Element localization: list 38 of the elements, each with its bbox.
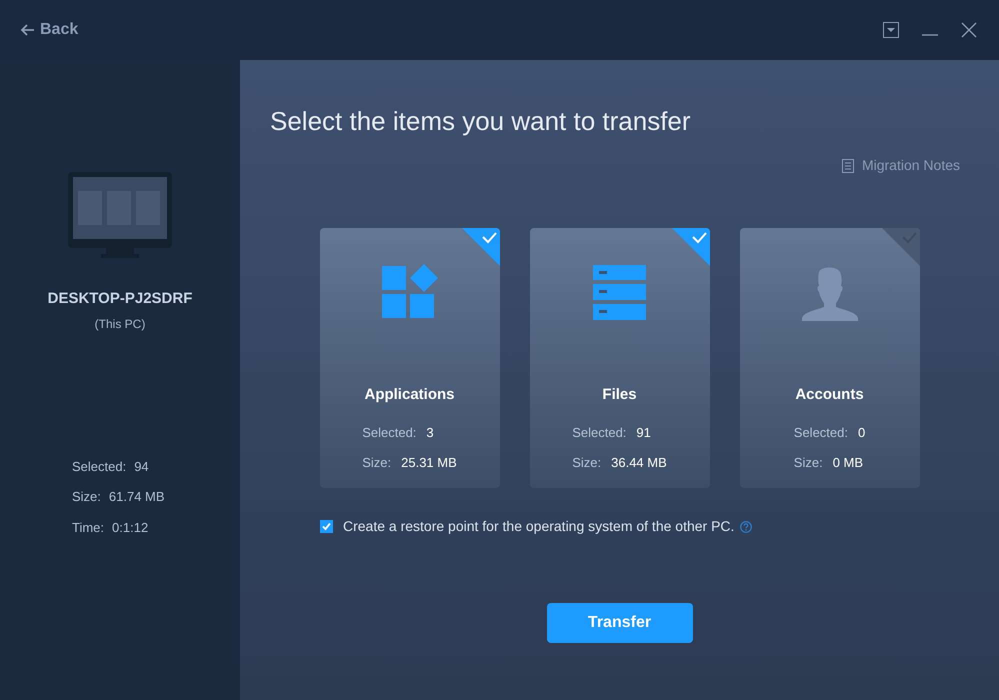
stat-value: 0 [858, 424, 866, 442]
stat-label: Size: [72, 488, 101, 506]
close-icon[interactable] [961, 22, 977, 38]
stat-value: 91 [636, 424, 651, 442]
dropdown-icon[interactable] [883, 22, 899, 38]
stat-label: Selected: [72, 458, 126, 476]
category-name: Applications [364, 385, 454, 405]
stat-value: 0 MB [832, 454, 864, 472]
monitor-icon [68, 172, 172, 258]
category-card[interactable]: Applications Selected: 3 Size: 25.31 MB [320, 228, 500, 488]
category-name: Accounts [795, 385, 864, 405]
category-card[interactable]: Files Selected: 91 Size: 36.44 MB [530, 228, 710, 488]
category-card[interactable]: Accounts Selected: 0 Size: 0 MB [740, 228, 920, 488]
stat-label: Size: [572, 454, 602, 472]
stat-value: 94 [134, 458, 149, 476]
stat-value: 0:1:12 [112, 518, 148, 536]
stat-label: Selected: [572, 424, 626, 442]
help-icon[interactable] [740, 520, 752, 532]
checkbox-label: Create a restore point for the operating system of the other PC. [343, 517, 734, 536]
stat-value: 36.44 MB [611, 454, 667, 472]
category-name: Files [602, 385, 637, 405]
pc-note: (This PC) [94, 316, 146, 332]
page-heading: Select the items you want to transfer [270, 105, 692, 138]
stat-label: Time: [72, 518, 104, 536]
back-arrow-icon [20, 22, 36, 38]
stat-label: Size: [362, 454, 392, 472]
file-stack-icon [593, 264, 646, 320]
pc-name: DESKTOP-PJ2SDRF [48, 289, 192, 309]
back-button[interactable]: Back [20, 18, 78, 42]
stat-value: 61.74 MB [108, 488, 165, 506]
stat-label: Size: [794, 454, 823, 472]
stat-label: Selected: [362, 424, 416, 442]
stat-value: 25.31 MB [401, 454, 457, 472]
checkbox[interactable] [320, 520, 333, 533]
document-icon [842, 158, 854, 172]
stat-label: Selected: [794, 424, 848, 442]
app-grid-icon [382, 264, 438, 320]
stat-value: 3 [426, 424, 434, 442]
